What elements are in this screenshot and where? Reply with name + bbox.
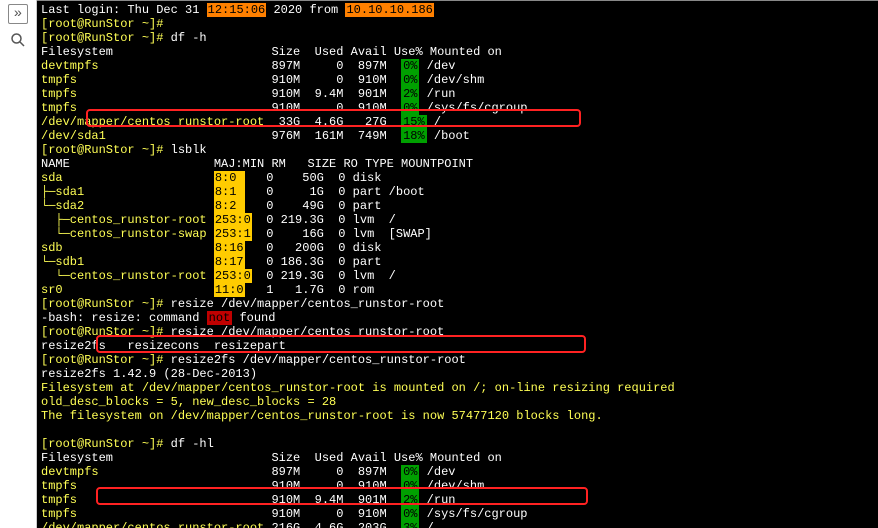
lsblk-row: └─sdb1 8:17 0 186.3G 0 part [41, 255, 874, 269]
terminal-line: old_desc_blocks = 5, new_desc_blocks = 2… [41, 395, 874, 409]
terminal-line: [root@RunStor ~]# df -h [41, 31, 874, 45]
df-row: tmpfs 910M 0 910M 0% /sys/fs/cgroup [41, 507, 874, 521]
df-row: tmpfs 910M 0 910M 0% /sys/fs/cgroup [41, 101, 874, 115]
terminal-line: Last login: Thu Dec 31 12:15:06 2020 fro… [41, 3, 874, 17]
terminal-line: [root@RunStor ~]# df -hl [41, 437, 874, 451]
terminal-line [41, 423, 874, 437]
terminal-line: -bash: resize: command not found [41, 311, 874, 325]
lsblk-row: sda 8:0 0 50G 0 disk [41, 171, 874, 185]
df-row: tmpfs 910M 9.4M 901M 2% /run [41, 493, 874, 507]
lsblk-row: ├─centos_runstor-root 253:0 0 219.3G 0 l… [41, 213, 874, 227]
terminal-line: [root@RunStor ~]# [41, 17, 874, 31]
terminal-line: resize2fs 1.42.9 (28-Dec-2013) [41, 367, 874, 381]
lsblk-row: sr0 11:0 1 1.7G 0 rom [41, 283, 874, 297]
terminal-output[interactable]: Last login: Thu Dec 31 12:15:06 2020 fro… [37, 0, 878, 528]
df-row: /dev/mapper/centos_runstor-root 216G 4.6… [41, 521, 874, 528]
lsblk-row: sdb 8:16 0 200G 0 disk [41, 241, 874, 255]
terminal-line: [root@RunStor ~]# resize2fs /dev/mapper/… [41, 353, 874, 367]
df-row: /dev/sda1 976M 161M 749M 18% /boot [41, 129, 874, 143]
df-row: /dev/mapper/centos_runstor-root 33G 4.6G… [41, 115, 874, 129]
terminal-line: Filesystem Size Used Avail Use% Mounted … [41, 45, 874, 59]
terminal-line: [root@RunStor ~]# resize /dev/mapper/cen… [41, 297, 874, 311]
terminal-line: The filesystem on /dev/mapper/centos_run… [41, 409, 874, 423]
left-toolbar: » [0, 0, 37, 528]
lsblk-row: └─centos_runstor-swap 253:1 0 16G 0 lvm … [41, 227, 874, 241]
terminal-line: [root@RunStor ~]# resize /dev/mapper/cen… [41, 325, 874, 339]
lsblk-row: ├─sda1 8:1 0 1G 0 part /boot [41, 185, 874, 199]
chevron-right-icon[interactable]: » [8, 4, 28, 24]
df-row: devtmpfs 897M 0 897M 0% /dev [41, 59, 874, 73]
df-row: tmpfs 910M 9.4M 901M 2% /run [41, 87, 874, 101]
terminal-line: Filesystem Size Used Avail Use% Mounted … [41, 451, 874, 465]
search-icon[interactable] [8, 30, 28, 50]
lsblk-row: └─sda2 8:2 0 49G 0 part [41, 199, 874, 213]
lsblk-row: └─centos_runstor-root 253:0 0 219.3G 0 l… [41, 269, 874, 283]
terminal-line: resize2fs resizecons resizepart [41, 339, 874, 353]
terminal-line: NAME MAJ:MIN RM SIZE RO TYPE MOUNTPOINT [41, 157, 874, 171]
terminal-line: [root@RunStor ~]# lsblk [41, 143, 874, 157]
df-row: tmpfs 910M 0 910M 0% /dev/shm [41, 479, 874, 493]
df-row: tmpfs 910M 0 910M 0% /dev/shm [41, 73, 874, 87]
terminal-line: Filesystem at /dev/mapper/centos_runstor… [41, 381, 874, 395]
df-row: devtmpfs 897M 0 897M 0% /dev [41, 465, 874, 479]
